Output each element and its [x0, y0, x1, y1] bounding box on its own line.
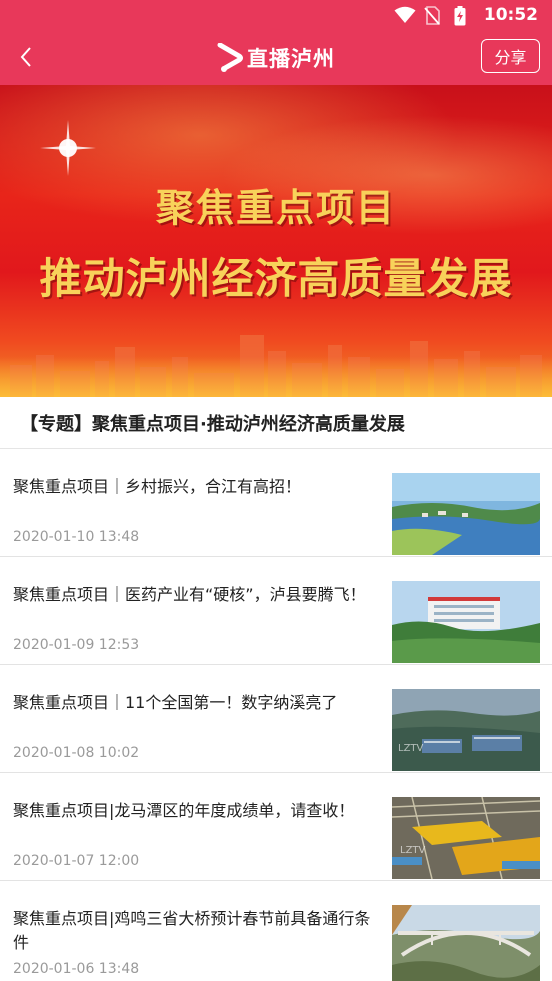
article-title: 聚焦重点项目｜医药产业有“硬核”，泸县要腾飞！ — [13, 585, 366, 604]
article-thumbnail: LZTV — [392, 689, 540, 771]
article-date: 2020-01-06 13:48 — [13, 961, 140, 977]
list-item[interactable]: 聚焦重点项目|龙马潭区的年度成绩单，请查收！ 2020-01-07 12:00 … — [0, 773, 552, 881]
svg-text:LZTV: LZTV — [400, 845, 426, 856]
article-date: 2020-01-09 12:53 — [13, 637, 140, 653]
article-list: 聚焦重点项目｜乡村振兴，合江有高招！ 2020-01-10 13:48 聚焦重点… — [0, 449, 552, 981]
app-brand: 直播泸州 — [217, 42, 335, 73]
article-title: 聚焦重点项目｜11个全国第一！数字纳溪亮了 — [13, 693, 338, 712]
no-sim-icon — [424, 6, 444, 25]
article-title: 聚焦重点项目｜乡村振兴，合江有高招！ — [13, 477, 302, 496]
list-item[interactable]: 聚焦重点项目｜乡村振兴，合江有高招！ 2020-01-10 13:48 — [0, 449, 552, 557]
logo-play-icon — [217, 42, 243, 72]
list-item[interactable]: 聚焦重点项目｜11个全国第一！数字纳溪亮了 2020-01-08 10:02 L… — [0, 665, 552, 773]
list-item[interactable]: 聚焦重点项目|鸡鸣三省大桥预计春节前具备通行条件 2020-01-06 13:4… — [0, 881, 552, 981]
article-thumbnail — [392, 905, 540, 981]
app-title: 直播泸州 — [247, 46, 335, 71]
battery-charging-icon — [454, 6, 474, 26]
banner-headline: 聚焦重点项目 — [155, 185, 396, 230]
article-date: 2020-01-07 12:00 — [13, 853, 140, 869]
share-button[interactable]: 分享 — [481, 39, 540, 73]
banner-subheadline: 推动泸州经济高质量发展 — [39, 254, 513, 303]
article-date: 2020-01-08 10:02 — [13, 745, 140, 761]
article-thumbnail: LZTV — [392, 797, 540, 879]
svg-text:LZTV: LZTV — [398, 743, 424, 754]
wifi-icon — [394, 6, 416, 24]
topic-banner[interactable]: 聚焦重点项目 推动泸州经济高质量发展 — [0, 85, 552, 397]
article-title: 聚焦重点项目|龙马潭区的年度成绩单，请查收！ — [13, 801, 355, 820]
status-bar: 10:52 — [0, 0, 552, 30]
banner-bottom-glow — [0, 357, 552, 397]
clock: 10:52 — [483, 5, 538, 25]
list-item[interactable]: 聚焦重点项目｜医药产业有“硬核”，泸县要腾飞！ 2020-01-09 12:53 — [0, 557, 552, 665]
article-thumbnail — [392, 581, 540, 663]
article-date: 2020-01-10 13:48 — [13, 529, 140, 545]
back-arrow-icon — [20, 47, 31, 67]
lens-flare-icon — [40, 120, 96, 176]
article-title: 聚焦重点项目|鸡鸣三省大桥预计春节前具备通行条件 — [13, 909, 371, 952]
article-thumbnail — [392, 473, 540, 555]
app-bar: 直播泸州 分享 — [0, 30, 552, 85]
back-button[interactable] — [10, 40, 42, 74]
special-topic-title: 【专题】聚焦重点项目·推动泸州经济高质量发展 — [0, 397, 552, 449]
